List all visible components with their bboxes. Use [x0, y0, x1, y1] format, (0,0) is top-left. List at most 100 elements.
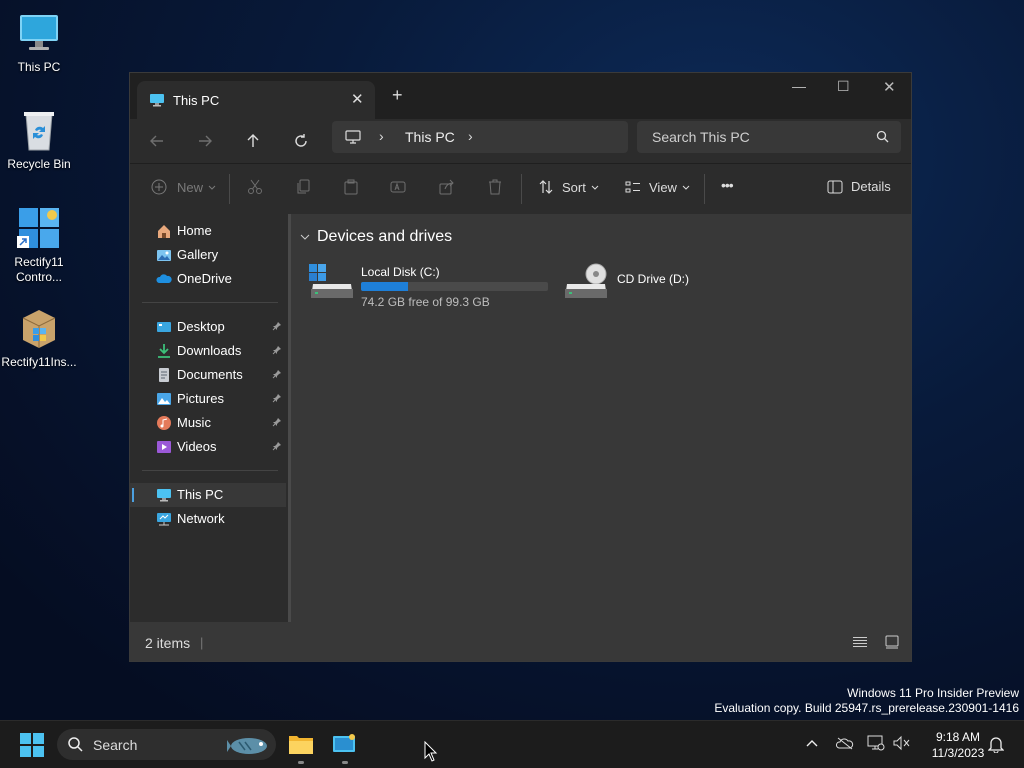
network-tray-button[interactable]: [867, 735, 885, 751]
more-options-button[interactable]: •••: [721, 177, 734, 193]
windows-drive-icon: [309, 262, 355, 302]
details-pane-icon: [827, 180, 843, 193]
status-separator: |: [200, 635, 204, 650]
sidebar-item-music[interactable]: Music: [130, 411, 286, 435]
monitor-icon: [156, 487, 172, 503]
control-panel-taskbar-button[interactable]: [332, 732, 356, 756]
sidebar-item-videos[interactable]: Videos: [130, 435, 286, 459]
new-button[interactable]: New: [151, 179, 217, 195]
delete-button[interactable]: [487, 179, 503, 195]
share-button[interactable]: [439, 179, 455, 195]
new-label: New: [177, 179, 204, 195]
pin-icon[interactable]: [272, 417, 282, 427]
sidebar-item-documents[interactable]: Documents: [130, 363, 286, 387]
status-bar: 2 items |: [130, 622, 911, 661]
tiles-view-button[interactable]: [885, 635, 899, 649]
refresh-button[interactable]: [291, 131, 311, 151]
arrow-left-icon: [150, 135, 163, 147]
forward-button[interactable]: [195, 131, 215, 151]
content-area: Devices and drives Local Disk (C:) 74.2 …: [291, 214, 911, 622]
sort-label: Sort: [562, 179, 586, 195]
clock[interactable]: 9:18 AM 11/3/2023: [918, 729, 998, 761]
clock-time: 9:18 AM: [935, 730, 981, 744]
videos-icon: [156, 439, 172, 455]
show-hidden-icons-button[interactable]: [806, 738, 818, 750]
downloads-icon: [156, 343, 172, 359]
pin-icon[interactable]: [272, 369, 282, 379]
chevron-right-icon[interactable]: ›: [468, 128, 473, 144]
close-button[interactable]: ✕: [883, 78, 896, 96]
watermark-line: Windows 11 Pro Insider Preview: [847, 686, 1019, 700]
view-button[interactable]: View: [625, 179, 691, 195]
details-button[interactable]: Details: [827, 179, 891, 194]
notifications-button[interactable]: [988, 735, 1004, 753]
pin-icon[interactable]: [272, 345, 282, 355]
section-header-devices[interactable]: Devices and drives: [299, 228, 452, 246]
sidebar-item-this-pc[interactable]: This PC: [130, 483, 286, 507]
mouse-cursor-icon: [424, 741, 438, 763]
onedrive-tray-button[interactable]: [836, 736, 854, 750]
watermark-line: Evaluation copy. Build 25947.rs_prerelea…: [714, 701, 1019, 715]
pin-icon[interactable]: [272, 393, 282, 403]
chevron-right-icon[interactable]: ›: [379, 128, 384, 144]
sort-button[interactable]: Sort: [538, 179, 600, 195]
start-button[interactable]: [20, 733, 44, 757]
address-bar[interactable]: › This PC ›: [332, 121, 628, 153]
breadcrumb-this-pc[interactable]: This PC: [405, 129, 455, 145]
view-label: View: [649, 179, 677, 195]
search-box[interactable]: Search This PC: [637, 121, 901, 153]
file-explorer-taskbar-button[interactable]: [288, 732, 314, 756]
minimize-button[interactable]: —: [792, 78, 806, 94]
taskbar-search-label: Search: [93, 737, 138, 753]
desktop-icon-rectify11-control[interactable]: Rectify11 Contro...: [0, 205, 78, 285]
windows-logo-icon: [20, 733, 44, 757]
sidebar-item-network[interactable]: Network: [130, 507, 286, 531]
network-icon: [156, 511, 172, 527]
tab-close-button[interactable]: ✕: [351, 90, 364, 108]
desktop-icon-this-pc[interactable]: This PC: [0, 10, 78, 75]
desktop-icon-rectify11-installer[interactable]: Rectify11Ins...: [0, 305, 78, 370]
item-count: 2 items: [145, 635, 191, 651]
selection-indicator: [132, 488, 134, 502]
sidebar-item-pictures[interactable]: Pictures: [130, 387, 286, 411]
rename-button[interactable]: [390, 179, 406, 195]
drive-item-c[interactable]: Local Disk (C:) 74.2 GB free of 99.3 GB: [309, 262, 549, 312]
copy-button[interactable]: [295, 179, 311, 195]
plus-circle-icon: [151, 179, 167, 195]
section-title: Devices and drives: [317, 228, 453, 245]
taskbar-search[interactable]: Search: [57, 729, 276, 760]
volume-tray-button[interactable]: [893, 735, 911, 751]
chevron-down-icon: [300, 234, 310, 240]
search-icon: [876, 130, 889, 143]
up-button[interactable]: [243, 131, 263, 151]
folder-icon: [289, 736, 313, 754]
sidebar-item-desktop[interactable]: Desktop: [130, 315, 286, 339]
desktop-icon-recycle-bin[interactable]: Recycle Bin: [0, 107, 78, 172]
installer-package-icon: [16, 305, 62, 351]
bell-icon: [988, 737, 1004, 753]
maximize-button[interactable]: ☐: [837, 78, 850, 95]
tiles-view-icon: [885, 635, 899, 649]
rename-icon: [390, 181, 406, 193]
clock-date: 11/3/2023: [931, 746, 985, 760]
details-view-button[interactable]: [852, 636, 868, 648]
taskbar: Search 9:18 AM 11/3/2023: [0, 720, 1024, 768]
sidebar-item-home[interactable]: Home: [130, 219, 286, 243]
monitor-icon: [149, 92, 165, 108]
search-input[interactable]: Search This PC: [652, 129, 750, 145]
sidebar-item-gallery[interactable]: Gallery: [130, 243, 286, 267]
sidebar-item-downloads[interactable]: Downloads: [130, 339, 286, 363]
pin-icon[interactable]: [272, 321, 282, 331]
title-bar: This PC ✕ + — ☐ ✕: [130, 73, 911, 119]
sidebar-item-onedrive[interactable]: OneDrive: [130, 267, 286, 291]
share-icon: [439, 179, 454, 195]
back-button[interactable]: [147, 131, 167, 151]
cut-button[interactable]: [247, 179, 263, 195]
pin-icon[interactable]: [272, 441, 282, 451]
paste-button[interactable]: [343, 179, 359, 195]
tab-this-pc[interactable]: This PC ✕: [137, 81, 375, 119]
drive-item-d[interactable]: CD Drive (D:): [563, 262, 763, 312]
control-panel-icon: [16, 205, 62, 251]
sidebar-item-label: Downloads: [177, 343, 242, 358]
new-tab-button[interactable]: +: [392, 85, 403, 105]
